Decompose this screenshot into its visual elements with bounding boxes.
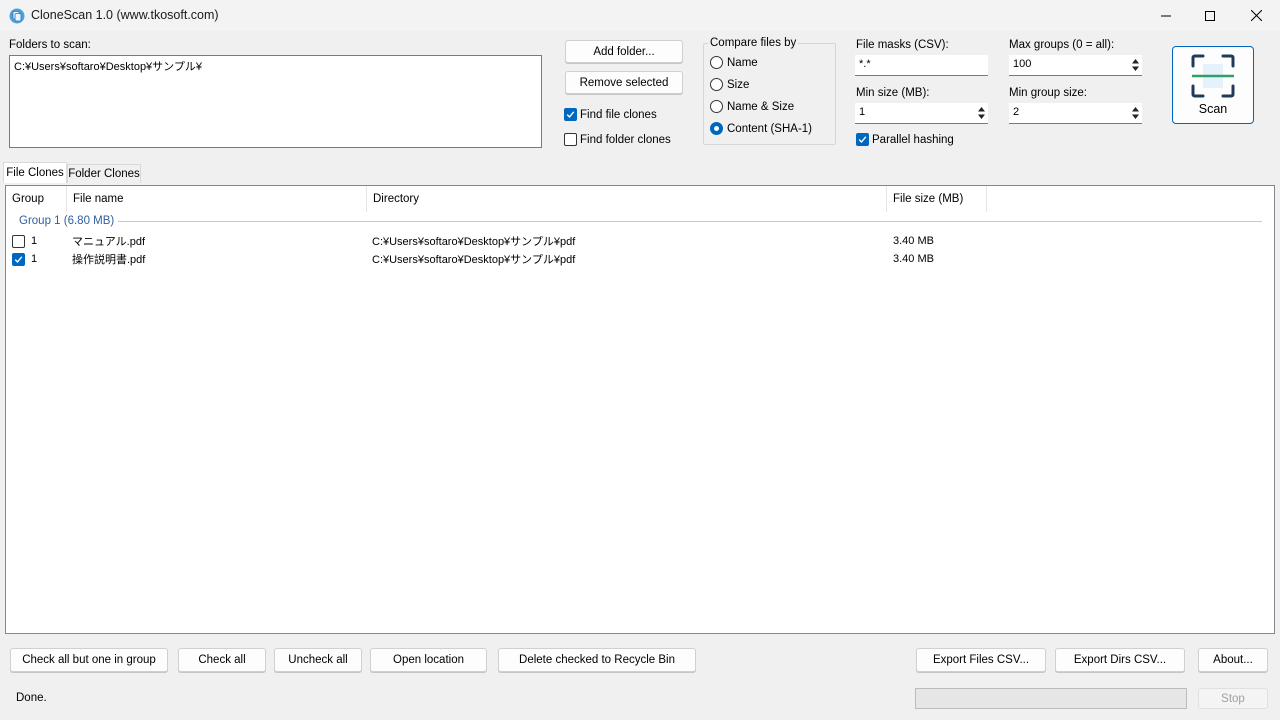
row-checkbox[interactable] bbox=[12, 252, 25, 266]
close-button[interactable] bbox=[1233, 0, 1279, 31]
compare-option-label: Name & Size bbox=[727, 100, 795, 113]
check-all-button[interactable]: Check all bbox=[178, 648, 266, 672]
row-file-name: マニュアル.pdf bbox=[72, 236, 146, 248]
compare-option-label: Size bbox=[727, 78, 750, 91]
folder-path: C:¥Users¥softaro¥Desktop¥サンプル¥ bbox=[14, 61, 202, 73]
scan-button-label: Scan bbox=[1198, 102, 1228, 116]
min-size-value: 1 bbox=[859, 106, 866, 118]
compare-title: Compare files by bbox=[708, 37, 799, 49]
checkbox-checked-icon bbox=[856, 133, 869, 146]
compare-option-label: Name bbox=[727, 56, 758, 69]
parallel-hashing-checkbox[interactable]: Parallel hashing bbox=[856, 133, 954, 146]
check-all-but-one-button[interactable]: Check all but one in group bbox=[10, 648, 168, 672]
checkbox-checked-icon bbox=[14, 255, 23, 263]
radio-selected-icon bbox=[710, 122, 723, 135]
row-size: 3.40 MB bbox=[893, 235, 934, 247]
open-location-button[interactable]: Open location bbox=[370, 648, 487, 672]
spinner-arrows-icon[interactable] bbox=[977, 106, 986, 120]
export-dirs-csv-button[interactable]: Export Dirs CSV... bbox=[1055, 648, 1185, 672]
row-group: 1 bbox=[31, 235, 38, 247]
file-clones-list[interactable]: Group File name Directory File size (MB)… bbox=[5, 185, 1275, 634]
column-header-file-name[interactable]: File name bbox=[67, 186, 367, 212]
maximize-icon bbox=[1205, 10, 1215, 21]
progress-bar bbox=[915, 688, 1187, 709]
max-groups-spinbox[interactable]: 100 bbox=[1009, 55, 1142, 76]
radio-unselected-icon bbox=[710, 100, 723, 113]
radio-unselected-icon bbox=[710, 78, 723, 91]
row-group: 1 bbox=[31, 253, 38, 265]
close-icon bbox=[1250, 10, 1262, 21]
checkbox-checked-icon bbox=[564, 108, 577, 121]
file-masks-value: *.* bbox=[859, 58, 871, 70]
remove-selected-button[interactable]: Remove selected bbox=[565, 71, 683, 94]
minimize-icon bbox=[1161, 15, 1171, 16]
table-row[interactable]: 1 操作説明書.pdf C:¥Users¥softaro¥Desktop¥サンプ… bbox=[6, 250, 1274, 268]
file-masks-label: File masks (CSV): bbox=[856, 39, 949, 51]
title-bar: CloneScan 1.0 (www.tkosoft.com) bbox=[0, 0, 1280, 31]
row-size: 3.40 MB bbox=[893, 253, 934, 265]
find-folder-clones-checkbox[interactable]: Find folder clones bbox=[564, 133, 671, 146]
max-groups-label: Max groups (0 = all): bbox=[1009, 39, 1115, 51]
group-header[interactable]: Group 1 (6.80 MB) bbox=[6, 213, 1274, 229]
group-divider bbox=[118, 220, 1262, 222]
export-files-csv-button[interactable]: Export Files CSV... bbox=[916, 648, 1046, 672]
tab-folder-clones[interactable]: Folder Clones bbox=[67, 164, 141, 183]
min-group-size-label: Min group size: bbox=[1009, 87, 1087, 99]
scan-icon bbox=[1191, 54, 1235, 98]
add-folder-button[interactable]: Add folder... bbox=[565, 40, 683, 63]
compare-option-label: Content (SHA-1) bbox=[727, 122, 813, 135]
folders-label: Folders to scan: bbox=[9, 39, 91, 51]
uncheck-all-button[interactable]: Uncheck all bbox=[274, 648, 362, 672]
parallel-hashing-label: Parallel hashing bbox=[872, 133, 954, 146]
checkbox-unchecked-icon bbox=[564, 133, 577, 146]
group-title: Group 1 (6.80 MB) bbox=[19, 215, 115, 227]
compare-radio-size[interactable]: Size bbox=[710, 78, 749, 91]
min-size-label: Min size (MB): bbox=[856, 87, 930, 99]
max-groups-value: 100 bbox=[1013, 58, 1032, 70]
compare-radio-content[interactable]: Content (SHA-1) bbox=[710, 122, 812, 135]
compare-radio-name-size[interactable]: Name & Size bbox=[710, 100, 794, 113]
table-row[interactable]: 1 マニュアル.pdf C:¥Users¥softaro¥Desktop¥サンプ… bbox=[6, 232, 1274, 250]
min-group-size-spinbox[interactable]: 2 bbox=[1009, 103, 1142, 124]
row-directory: C:¥Users¥softaro¥Desktop¥サンプル¥pdf bbox=[372, 236, 576, 248]
min-group-size-value: 2 bbox=[1013, 106, 1020, 118]
find-file-clones-checkbox[interactable]: Find file clones bbox=[564, 108, 657, 121]
folders-textarea[interactable]: C:¥Users¥softaro¥Desktop¥サンプル¥ bbox=[9, 55, 542, 148]
spinner-arrows-icon[interactable] bbox=[1131, 58, 1140, 72]
row-file-name: 操作説明書.pdf bbox=[72, 254, 146, 266]
stop-button[interactable]: Stop bbox=[1198, 688, 1268, 709]
min-size-spinbox[interactable]: 1 bbox=[855, 103, 988, 124]
file-masks-input[interactable]: *.* bbox=[855, 55, 988, 76]
compare-radio-name[interactable]: Name bbox=[710, 56, 758, 69]
about-button[interactable]: About... bbox=[1198, 648, 1268, 672]
find-folder-clones-label: Find folder clones bbox=[580, 133, 671, 146]
column-header-file-size[interactable]: File size (MB) bbox=[887, 186, 987, 212]
tab-file-clones[interactable]: File Clones bbox=[3, 162, 67, 183]
maximize-button[interactable] bbox=[1187, 0, 1233, 31]
app-icon bbox=[9, 8, 25, 24]
delete-checked-button[interactable]: Delete checked to Recycle Bin bbox=[498, 648, 696, 672]
find-file-clones-label: Find file clones bbox=[580, 108, 657, 121]
spinner-arrows-icon[interactable] bbox=[1131, 106, 1140, 120]
column-header-group[interactable]: Group bbox=[6, 186, 67, 212]
column-header-directory[interactable]: Directory bbox=[367, 186, 887, 212]
row-checkbox[interactable] bbox=[12, 234, 25, 248]
window-title: CloneScan 1.0 (www.tkosoft.com) bbox=[31, 8, 219, 22]
status-text: Done. bbox=[16, 692, 47, 704]
radio-unselected-icon bbox=[710, 56, 723, 69]
minimize-button[interactable] bbox=[1143, 0, 1189, 31]
scan-button[interactable]: Scan bbox=[1172, 46, 1254, 124]
row-directory: C:¥Users¥softaro¥Desktop¥サンプル¥pdf bbox=[372, 254, 576, 266]
